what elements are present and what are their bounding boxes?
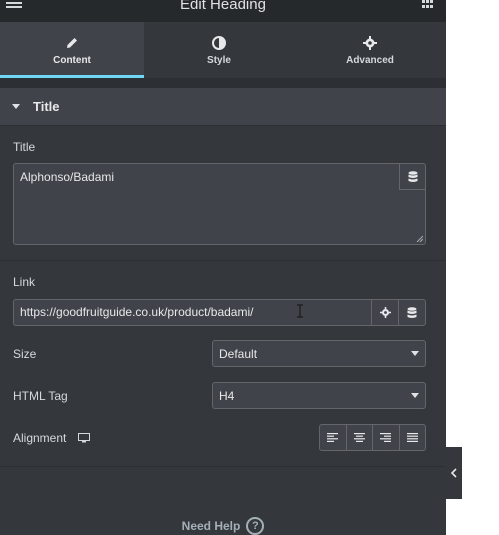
desktop-icon[interactable] (78, 432, 91, 443)
editor-panel: Edit Heading Content Style Advanced Titl… (0, 0, 446, 535)
size-value: Default (219, 346, 258, 361)
link-label: Link (13, 275, 36, 289)
alignment-label-wrap: Alignment (13, 430, 91, 445)
help-icon: ? (246, 517, 265, 535)
tab-style-label: Style (207, 54, 231, 66)
text-cursor-icon (297, 304, 303, 318)
align-center-button[interactable] (345, 425, 373, 450)
link-dynamic-tags-button[interactable] (398, 300, 425, 325)
tab-content-label: Content (53, 54, 91, 66)
tabs-spacer (0, 78, 446, 88)
chevron-down-icon (411, 393, 419, 398)
section-title-toggle[interactable]: Title (0, 88, 446, 126)
pencil-icon (64, 35, 80, 51)
align-left-button[interactable] (320, 425, 346, 450)
chevron-left-icon (451, 468, 457, 478)
database-icon (407, 306, 417, 318)
link-input[interactable]: https://goodfruitguide.co.uk/product/bad… (14, 300, 371, 325)
size-control: Size Default (0, 340, 446, 367)
link-control: Link https://goodfruitguide.co.uk/produc… (0, 261, 446, 326)
need-help-label: Need Help (181, 519, 241, 533)
align-left-icon (327, 433, 339, 442)
panel-tabs: Content Style Advanced (0, 22, 446, 78)
align-justify-button[interactable] (398, 425, 426, 450)
resize-handle-icon[interactable] (416, 235, 423, 242)
html-tag-label: HTML Tag (13, 388, 68, 403)
tab-advanced[interactable]: Advanced (294, 22, 446, 78)
alignment-label: Alignment (13, 430, 67, 445)
section-divider (0, 466, 446, 467)
html-tag-select[interactable]: H4 (212, 382, 426, 409)
widgets-grid-icon[interactable] (422, 0, 434, 9)
tab-advanced-label: Advanced (346, 54, 394, 66)
panel-title: Edit Heading (180, 0, 266, 13)
align-justify-icon (406, 433, 418, 442)
align-right-button[interactable] (372, 425, 399, 450)
title-textarea[interactable]: Alphonso/Badami (13, 163, 426, 245)
caret-down-icon (12, 104, 20, 109)
panel-header: Edit Heading (0, 0, 446, 22)
size-label: Size (13, 346, 37, 361)
tab-content[interactable]: Content (0, 22, 144, 78)
link-options-button[interactable] (371, 300, 398, 325)
html-tag-value: H4 (219, 388, 235, 403)
link-value: https://goodfruitguide.co.uk/product/bad… (20, 305, 254, 319)
gear-icon (379, 307, 391, 318)
title-label: Title (13, 140, 36, 154)
align-center-icon (353, 433, 365, 442)
half-circle-icon (211, 35, 227, 51)
align-right-icon (380, 433, 392, 442)
database-icon (408, 170, 417, 182)
size-select[interactable]: Default (212, 340, 426, 367)
alignment-choices (319, 424, 426, 451)
link-field: https://goodfruitguide.co.uk/product/bad… (13, 299, 426, 326)
title-value: Alphonso/Badami (20, 170, 115, 184)
chevron-down-icon (411, 351, 419, 356)
html-tag-control: HTML Tag H4 (0, 382, 446, 409)
tab-style[interactable]: Style (144, 22, 294, 78)
need-help-link[interactable]: Need Help ? (0, 517, 446, 535)
alignment-control: Alignment (0, 424, 446, 451)
section-title: Title (33, 99, 60, 114)
collapse-panel-button[interactable] (446, 447, 462, 499)
gear-icon (362, 35, 378, 51)
dynamic-tags-button[interactable] (399, 164, 425, 190)
title-control: Title Alphonso/Badami (0, 126, 446, 245)
